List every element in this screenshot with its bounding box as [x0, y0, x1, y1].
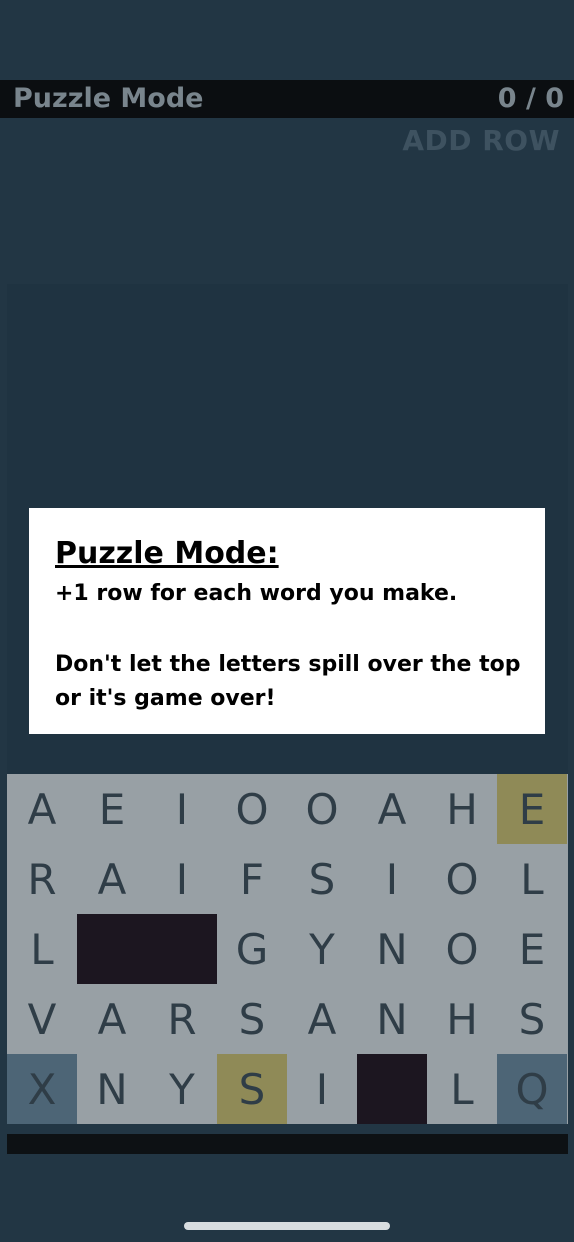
letter-tile[interactable]: E [497, 774, 567, 844]
letter-tile[interactable]: S [217, 984, 287, 1054]
letter-tile[interactable]: H [427, 774, 497, 844]
letter-tile[interactable]: X [7, 1054, 77, 1124]
blocked-tile [77, 914, 147, 984]
letter-tile[interactable]: I [287, 1054, 357, 1124]
letter-tile[interactable]: I [357, 844, 427, 914]
letter-tile[interactable]: V [7, 984, 77, 1054]
letter-tile[interactable]: R [147, 984, 217, 1054]
letter-tile[interactable]: A [357, 774, 427, 844]
letter-tile[interactable]: O [427, 914, 497, 984]
mode-title: Puzzle Mode [13, 83, 204, 114]
letter-tile[interactable]: A [77, 984, 147, 1054]
modal-line-1: +1 row for each word you make. [55, 581, 458, 606]
bottom-bar [7, 1134, 568, 1154]
letter-tile[interactable]: O [427, 844, 497, 914]
letter-tile[interactable]: S [217, 1054, 287, 1124]
letter-tile[interactable]: G [217, 914, 287, 984]
letter-tile[interactable]: N [357, 984, 427, 1054]
blocked-tile [147, 914, 217, 984]
letter-tile[interactable]: O [287, 774, 357, 844]
letter-tile[interactable]: O [217, 774, 287, 844]
letter-tile[interactable]: H [427, 984, 497, 1054]
info-modal[interactable]: Puzzle Mode: +1 row for each word you ma… [29, 508, 545, 734]
letter-tile[interactable]: A [287, 984, 357, 1054]
letter-tile[interactable]: S [497, 984, 567, 1054]
letter-tile[interactable]: F [217, 844, 287, 914]
letter-tile[interactable]: E [77, 774, 147, 844]
letter-grid: AEIOOAHERAIFSIOLLGYNOEVARSANHSXNYSILQ [7, 774, 568, 1124]
letter-tile[interactable]: N [357, 914, 427, 984]
letter-tile[interactable]: A [77, 844, 147, 914]
home-indicator [184, 1222, 390, 1230]
modal-title: Puzzle Mode: [55, 536, 279, 571]
letter-tile[interactable]: A [7, 774, 77, 844]
letter-tile[interactable]: R [7, 844, 77, 914]
letter-tile[interactable]: S [287, 844, 357, 914]
score-counter: 0 / 0 [497, 83, 564, 114]
header-bar: Puzzle Mode 0 / 0 [0, 80, 574, 118]
add-row-button[interactable]: ADD ROW [402, 124, 560, 157]
letter-tile[interactable]: I [147, 774, 217, 844]
blocked-tile [357, 1054, 427, 1124]
letter-tile[interactable]: Q [497, 1054, 567, 1124]
letter-tile[interactable]: I [147, 844, 217, 914]
letter-tile[interactable]: L [497, 844, 567, 914]
letter-tile[interactable]: Y [147, 1054, 217, 1124]
letter-tile[interactable]: L [7, 914, 77, 984]
letter-tile[interactable]: N [77, 1054, 147, 1124]
letter-tile[interactable]: Y [287, 914, 357, 984]
letter-tile[interactable]: L [427, 1054, 497, 1124]
letter-tile[interactable]: E [497, 914, 567, 984]
modal-line-2: Don't let the letters spill over the top… [55, 652, 521, 711]
